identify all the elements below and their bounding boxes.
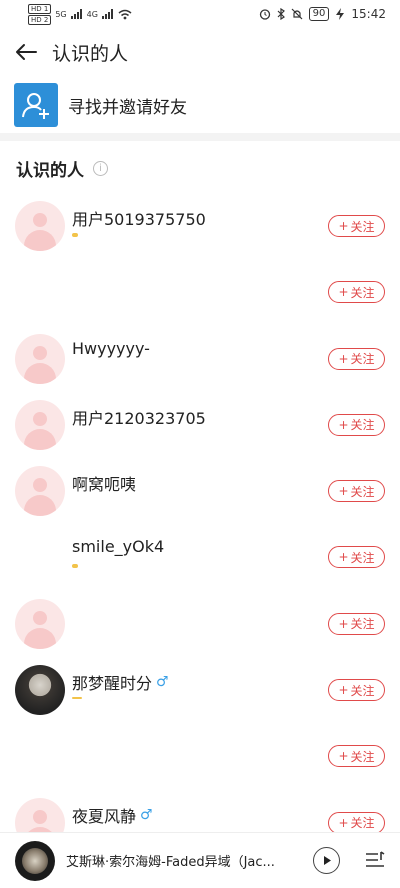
clock: 15:42 — [351, 7, 386, 21]
alarm-icon — [259, 9, 270, 20]
follow-button[interactable]: + 关注 — [328, 413, 385, 436]
avatar[interactable] — [15, 267, 65, 318]
add-user-icon — [14, 83, 58, 127]
avatar[interactable] — [15, 665, 65, 716]
user-name-line: 用户5019375750 — [72, 206, 206, 230]
signal-indicators: HD 1 HD 2 5G 4G — [28, 3, 132, 25]
user-name-line: 啊窝呃咦 — [72, 471, 136, 495]
male-icon: ♂ — [156, 674, 169, 691]
follow-button[interactable]: + 关注 — [328, 546, 385, 569]
user-name: 用户5019375750 — [72, 210, 206, 229]
mini-player[interactable]: 艾斯琳·索尔海姆-Faded异域（Jac... — [0, 832, 400, 888]
top-bar: 认识的人 — [0, 30, 400, 74]
user-name: 那梦醒时分 — [72, 674, 153, 694]
follow-button[interactable]: + 关注 — [328, 281, 385, 304]
play-button[interactable] — [313, 847, 340, 874]
avatar[interactable] — [15, 201, 65, 251]
find-invite-friends-row[interactable]: 寻找并邀请好友 — [0, 80, 400, 130]
section-header: 认识的人 i — [16, 156, 108, 181]
list-item[interactable]: + 关注 — [0, 259, 400, 325]
follow-button[interactable]: + 关注 — [328, 347, 385, 370]
user-name: smile_yOk4 — [72, 537, 165, 557]
battery-indicator: 90 — [308, 7, 330, 21]
user-tag — [72, 233, 78, 237]
signal-icon-2 — [101, 9, 113, 19]
list-item[interactable]: + 关注 — [0, 591, 400, 657]
people-list: 用户5019375750 + 关注 + 关注 Hwyyyyy- + 关注 用户2120… — [0, 193, 400, 856]
wifi-icon — [118, 9, 132, 19]
list-item[interactable]: 用户5019375750 + 关注 — [0, 193, 400, 259]
follow-button[interactable]: + 关注 — [328, 745, 385, 768]
user-name-line: 那梦醒时分 ♂ — [72, 670, 169, 694]
avatar[interactable] — [15, 466, 65, 517]
back-arrow-icon — [16, 44, 37, 60]
list-item[interactable]: smile_yOk4 + 关注 — [0, 524, 400, 590]
network-type-1: 5G — [55, 9, 67, 19]
back-button[interactable] — [0, 30, 52, 74]
user-name-line: 夜夏风静 ♂ — [72, 803, 153, 827]
find-invite-friends-label: 寻找并邀请好友 — [68, 97, 187, 118]
user-name: Hwyyyyy- — [72, 338, 150, 358]
user-name: 夜夏风静 — [72, 806, 137, 826]
song-title[interactable]: 艾斯琳·索尔海姆-Faded异域（Jac... — [66, 851, 298, 870]
avatar[interactable] — [15, 399, 65, 450]
list-item[interactable]: 那梦醒时分 ♂ + 关注 — [0, 657, 400, 723]
male-icon: ♂ — [140, 806, 153, 823]
user-name: 啊窝呃咦 — [72, 475, 137, 495]
avatar[interactable] — [15, 333, 65, 384]
section-title: 认识的人 — [16, 161, 84, 181]
sim2-badge: HD 2 — [28, 14, 52, 25]
bluetooth-icon — [277, 8, 285, 20]
network-type-2: 4G — [86, 9, 98, 19]
user-tag — [72, 697, 82, 700]
user-name: 用户2120323705 — [72, 408, 206, 428]
follow-button[interactable]: + 关注 — [328, 811, 385, 834]
playlist-button[interactable] — [364, 849, 386, 871]
avatar[interactable] — [15, 731, 65, 782]
list-item[interactable]: 用户2120323705 + 关注 — [0, 392, 400, 458]
mute-icon — [291, 8, 303, 20]
follow-button[interactable]: + 关注 — [328, 679, 385, 702]
info-icon[interactable]: i — [93, 161, 108, 176]
sim1-badge: HD 1 — [28, 3, 52, 14]
user-name-line: smile_yOk4 — [72, 537, 164, 556]
list-item[interactable]: + 关注 — [0, 723, 400, 789]
status-right: 90 15:42 — [259, 7, 386, 21]
charging-icon — [336, 8, 345, 20]
signal-icon — [70, 9, 82, 19]
follow-button[interactable]: + 关注 — [328, 480, 385, 503]
playlist-icon — [366, 851, 385, 867]
list-item[interactable]: 啊窝呃咦 + 关注 — [0, 458, 400, 524]
play-icon — [323, 856, 331, 865]
follow-button[interactable]: + 关注 — [328, 612, 385, 635]
album-cover[interactable] — [15, 840, 55, 881]
follow-button[interactable]: + 关注 — [328, 215, 385, 237]
avatar[interactable] — [15, 598, 65, 649]
user-name-line: 用户2120323705 — [72, 405, 206, 429]
user-name-line: Hwyyyyy- — [72, 339, 150, 358]
page-title: 认识的人 — [52, 42, 129, 65]
avatar[interactable] — [15, 532, 65, 583]
list-item[interactable]: Hwyyyyy- + 关注 — [0, 326, 400, 392]
status-bar: HD 1 HD 2 5G 4G 90 15:42 — [0, 0, 400, 28]
sim-badges: HD 1 HD 2 — [28, 3, 52, 25]
section-divider — [0, 133, 400, 141]
user-tag — [72, 564, 78, 569]
